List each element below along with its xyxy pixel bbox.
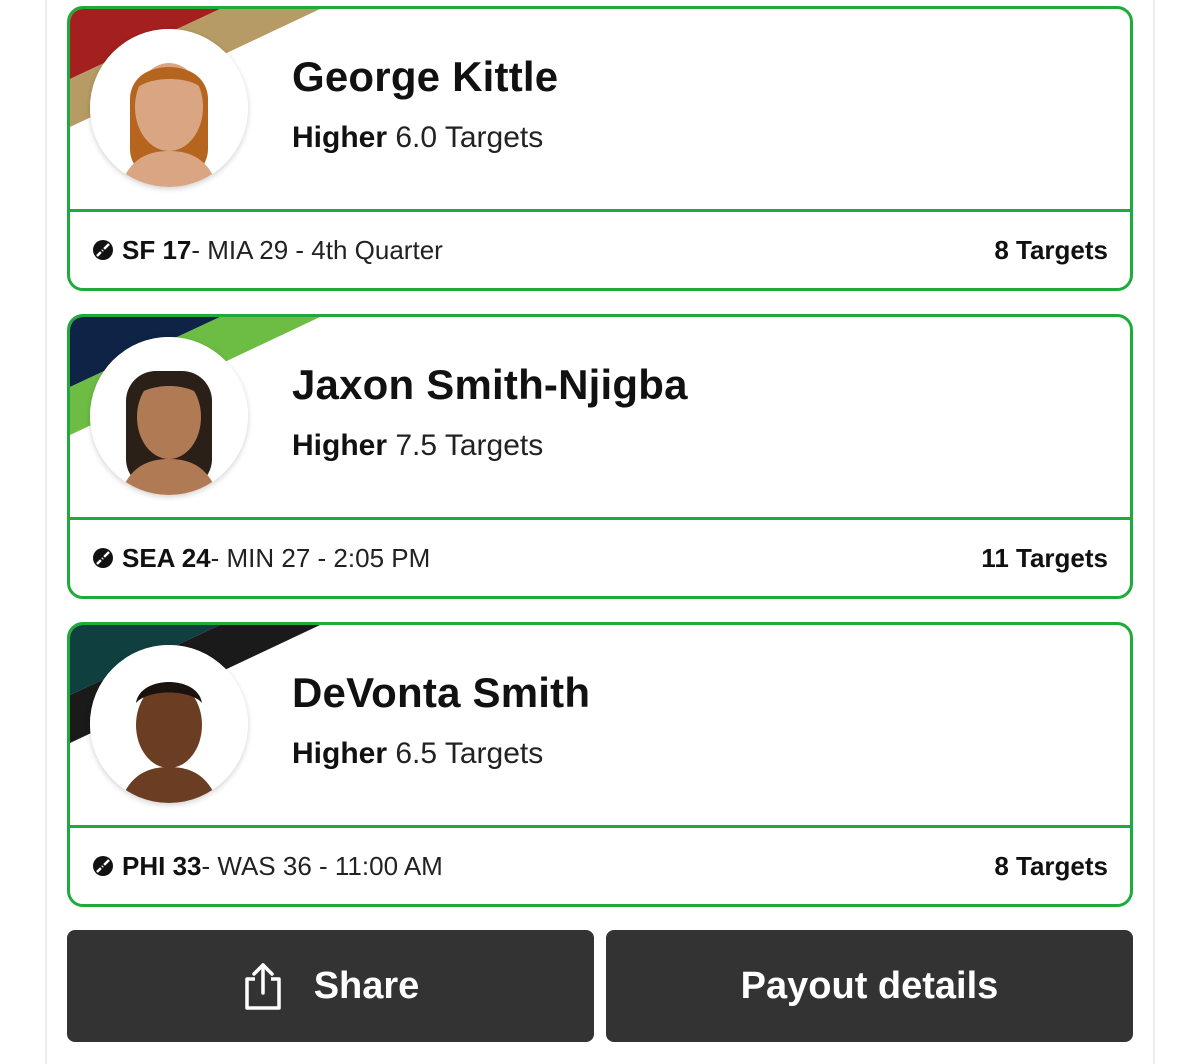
payout-details-label: Payout details	[740, 964, 999, 1007]
stat-result: 8 Targets	[994, 850, 1108, 881]
left-divider	[45, 0, 47, 1064]
share-button[interactable]: Share	[67, 930, 594, 1042]
pick-line: Higher 6.0 Targets	[292, 121, 543, 155]
football-icon	[93, 240, 113, 260]
pick-card[interactable]: DeVonta Smith Higher 6.5 Targets PHI 33 …	[67, 622, 1133, 907]
pick-direction: Higher	[292, 737, 388, 770]
player-team-score: SF 17	[122, 234, 192, 265]
pick-direction: Higher	[292, 429, 388, 462]
pick-card-header: George Kittle Higher 6.0 Targets	[70, 9, 1130, 212]
payout-details-button[interactable]: Payout details	[606, 930, 1133, 1042]
stat-result: 11 Targets	[981, 542, 1108, 573]
game-status: PHI 33 - WAS 36 - 11:00 AM	[92, 851, 443, 882]
pick-card-footer: SEA 24 - MIN 27 - 2:05 PM 11 Targets	[70, 520, 1130, 596]
pick-card-header: Jaxon Smith-Njigba Higher 7.5 Targets	[70, 317, 1130, 520]
player-headshot-icon	[90, 645, 248, 803]
game-details: - MIA 29 - 4th Quarter	[191, 234, 443, 265]
share-button-label: Share	[313, 964, 420, 1007]
football-icon	[93, 548, 113, 568]
game-details: - WAS 36 - 11:00 AM	[201, 850, 443, 881]
player-name: Jaxon Smith-Njigba	[292, 361, 688, 408]
player-avatar	[90, 337, 248, 495]
pick-card[interactable]: Jaxon Smith-Njigba Higher 7.5 Targets SE…	[67, 314, 1133, 599]
pick-projection: 6.5 Targets	[395, 737, 544, 770]
stat-result: 8 Targets	[994, 234, 1108, 265]
player-avatar	[90, 29, 248, 187]
pick-projection: 6.0 Targets	[395, 121, 544, 154]
pick-card-header: DeVonta Smith Higher 6.5 Targets	[70, 625, 1130, 828]
lineup-screen: George Kittle Higher 6.0 Targets SF 17 -…	[0, 0, 1200, 1064]
pick-card-footer: SF 17 - MIA 29 - 4th Quarter 8 Targets	[70, 212, 1130, 288]
pick-projection: 7.5 Targets	[395, 429, 544, 462]
pick-card-footer: PHI 33 - WAS 36 - 11:00 AM 8 Targets	[70, 828, 1130, 904]
pick-card[interactable]: George Kittle Higher 6.0 Targets SF 17 -…	[67, 6, 1133, 291]
player-name: George Kittle	[292, 53, 559, 100]
player-team-score: PHI 33	[122, 850, 202, 881]
share-icon	[244, 963, 281, 1010]
pick-line: Higher 7.5 Targets	[292, 429, 543, 463]
game-status: SF 17 - MIA 29 - 4th Quarter	[92, 235, 443, 266]
game-status: SEA 24 - MIN 27 - 2:05 PM	[92, 543, 430, 574]
pick-line: Higher 6.5 Targets	[292, 737, 543, 771]
player-avatar	[90, 645, 248, 803]
right-divider	[1153, 0, 1155, 1064]
pick-direction: Higher	[292, 121, 388, 154]
player-headshot-icon	[90, 337, 248, 495]
football-icon	[93, 856, 113, 876]
player-team-score: SEA 24	[122, 542, 211, 573]
game-details: - MIN 27 - 2:05 PM	[210, 542, 431, 573]
player-name: DeVonta Smith	[292, 669, 591, 716]
player-headshot-icon	[90, 29, 248, 187]
